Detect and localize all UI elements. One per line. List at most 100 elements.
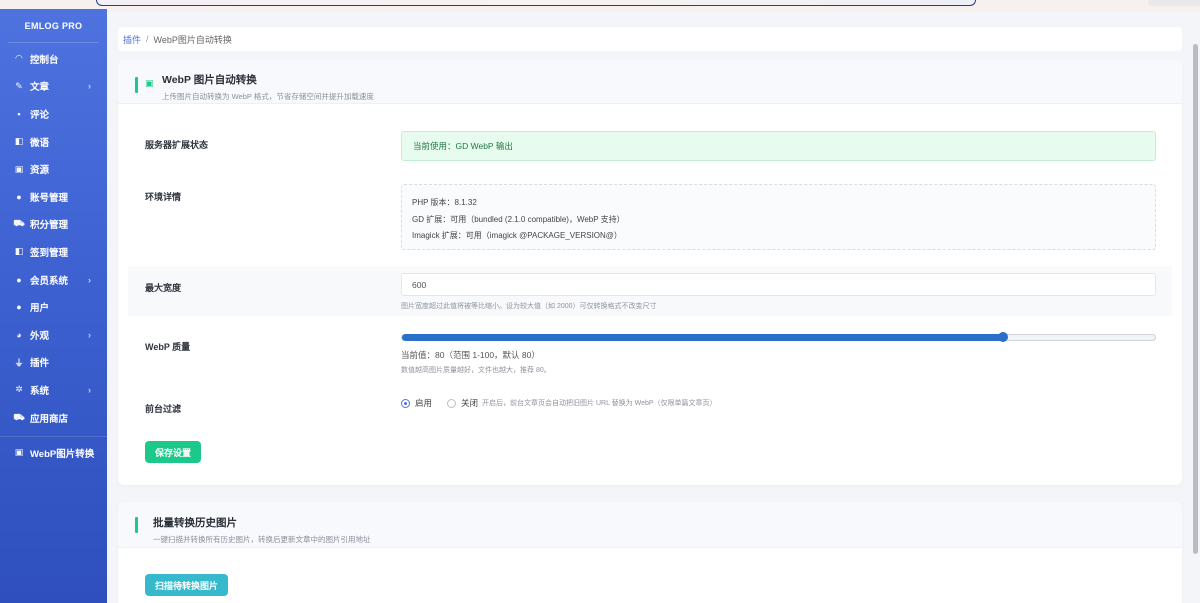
image-icon: ▣ xyxy=(14,163,24,174)
scan-images-button[interactable]: 扫描待转换图片 xyxy=(145,574,228,596)
sidebar-item[interactable]: ⏚ 插件 xyxy=(0,349,107,377)
sidebar-nav: ◠ 控制台 ✎ 文章 › ▪ 评论 ◧ 微语 ▣ 资源 ● 账号管理 ⛟ 积分管理 ◧ 签到管理 ● 会员系统 › ● 用… xyxy=(0,43,107,468)
max-width-input[interactable]: 600 xyxy=(401,273,1156,296)
megaphone-icon: ◧ xyxy=(14,246,24,257)
cart-icon: ⛟ xyxy=(13,411,25,422)
quality-row: WebP 质量 当前值：80（范围 1-100，默认 80） 数值越高图片质量越… xyxy=(118,332,1182,375)
sidebar-item-label: 账号管理 xyxy=(30,192,69,204)
server-status-alert: 当前使用：GD WebP 输出 xyxy=(401,131,1156,161)
top-search-strip[interactable] xyxy=(96,0,976,6)
top-right-pill xyxy=(1148,0,1200,6)
sidebar-item-label: 控制台 xyxy=(30,54,59,66)
card-header: ▣ WebP 图片自动转换 上传图片自动转换为 WebP 格式，节省存储空间并提… xyxy=(118,60,1182,104)
sidebar-item-label: 评论 xyxy=(30,109,50,121)
chevron-right-icon: › xyxy=(88,81,91,92)
environment-box: PHP 版本：8.1.32 GD 扩展：可用（bundled (2.1.0 co… xyxy=(401,184,1156,250)
sidebar-item[interactable]: ◧ 微语 xyxy=(0,128,107,156)
sidebar-item-label: 插件 xyxy=(30,358,50,370)
breadcrumb-separator: / xyxy=(146,34,149,44)
frontend-filter-label: 前台过滤 xyxy=(145,404,182,414)
comment-icon: ▪ xyxy=(17,108,21,119)
sidebar-item-label: 微语 xyxy=(30,137,50,149)
filter-on-label[interactable]: 启用 xyxy=(415,397,432,409)
max-width-row: 最大宽度 600 图片宽度超过此值将被等比缩小。设为较大值（如 2000）可仅转… xyxy=(128,266,1172,316)
sidebar-item[interactable]: ◠ 控制台 xyxy=(0,45,107,73)
env-imagick-line: Imagick 扩展：可用（imagick @PACKAGE_VERSION@） xyxy=(412,231,622,240)
environment-row: 环境详情 PHP 版本：8.1.32 GD 扩展：可用（bundled (2.1… xyxy=(118,184,1182,250)
user-icon: ● xyxy=(16,191,22,202)
chevron-right-icon: › xyxy=(88,329,91,340)
sidebar-item[interactable]: ▪ 评论 xyxy=(0,100,107,128)
sidebar-item-label: 用户 xyxy=(30,303,50,315)
sidebar-item-label: 系统 xyxy=(30,385,50,397)
pencil-icon: ✎ xyxy=(15,80,23,91)
sidebar-item[interactable]: ✎ 文章 › xyxy=(0,73,107,101)
image-icon: ▣ xyxy=(145,78,154,88)
quality-slider-handle[interactable] xyxy=(997,332,1008,342)
env-gd-line: GD 扩展：可用（bundled (2.1.0 compatible)，WebP… xyxy=(412,214,625,224)
sidebar-item[interactable]: ⛟ 积分管理 xyxy=(0,211,107,239)
accent-bar xyxy=(135,77,138,93)
quality-help: 数值越高图片质量越好，文件也越大，推荐 80。 xyxy=(401,367,551,374)
filter-on-radio[interactable] xyxy=(401,398,410,408)
env-php-line: PHP 版本：8.1.32 xyxy=(412,198,477,207)
environment-label: 环境详情 xyxy=(145,192,182,202)
sidebar-item[interactable]: ▣ 资源 xyxy=(0,155,107,183)
chevron-right-icon: › xyxy=(88,274,91,285)
sidebar-item[interactable]: ⛟ 应用商店 xyxy=(0,404,107,432)
user-icon: ● xyxy=(16,274,22,285)
gear-icon: ✲ xyxy=(15,384,23,395)
image-icon: ▣ xyxy=(14,447,24,458)
sidebar-item-webp[interactable]: ▣ WebP图片转换 xyxy=(0,436,107,468)
server-status-label: 服务器扩展状态 xyxy=(145,140,209,150)
server-status-row: 服务器扩展状态 当前使用：GD WebP 输出 xyxy=(118,131,1182,161)
quality-slider-fill xyxy=(402,334,1003,341)
batch-convert-card: 批量转换历史图片 一键扫描并转换所有历史图片，转换后更新文章中的图片引用地址 扫… xyxy=(118,502,1182,603)
card-subtitle: 上传图片自动转换为 WebP 格式，节省存储空间并提升加载速度 xyxy=(162,92,374,101)
quality-current-value: 当前值：80（范围 1-100，默认 80） xyxy=(401,350,540,360)
sidebar-item-label: 文章 xyxy=(30,82,50,94)
quality-slider[interactable] xyxy=(401,332,1156,342)
frontend-filter-control: 启用 关闭 开启后，前台文章页会自动把旧图片 URL 替换为 WebP（仅限单篇… xyxy=(401,397,1156,409)
filter-off-radio[interactable] xyxy=(447,398,457,408)
max-width-control: 600 图片宽度超过此值将被等比缩小。设为较大值（如 2000）可仅转换格式不改… xyxy=(401,273,1156,311)
batch-card-subtitle: 一键扫描并转换所有历史图片，转换后更新文章中的图片引用地址 xyxy=(153,535,371,544)
megaphone-icon: ◧ xyxy=(14,136,24,147)
palette-icon: ◕ xyxy=(16,329,22,340)
save-settings-button[interactable]: 保存设置 xyxy=(145,441,201,463)
quality-label: WebP 质量 xyxy=(145,342,191,352)
breadcrumb-current: WebP图片自动转换 xyxy=(153,34,232,45)
sidebar-item-label: WebP图片转换 xyxy=(30,448,95,460)
brand-logo[interactable]: EMLOG PRO xyxy=(8,9,99,43)
plug-icon: ⏚ xyxy=(14,357,24,368)
sidebar-item[interactable]: ● 账号管理 xyxy=(0,183,107,211)
cart-icon: ⛟ xyxy=(13,218,25,229)
user-icon: ● xyxy=(16,302,22,313)
card-title: WebP 图片自动转换 xyxy=(162,74,257,86)
max-width-help: 图片宽度超过此值将被等比缩小。设为较大值（如 2000）可仅转换格式不改变尺寸 xyxy=(401,303,657,310)
sidebar-item[interactable]: ◕ 外观 › xyxy=(0,321,107,349)
breadcrumb: 插件 / WebP图片自动转换 xyxy=(118,27,1182,51)
page-scrollbar[interactable] xyxy=(1193,44,1198,554)
sidebar-item-label: 外观 xyxy=(30,330,50,342)
batch-card-header: 批量转换历史图片 一键扫描并转换所有历史图片，转换后更新文章中的图片引用地址 xyxy=(118,502,1182,548)
sidebar-item[interactable]: ◧ 签到管理 xyxy=(0,238,107,266)
browser-top-strip xyxy=(0,0,1200,12)
speedometer-icon: ◠ xyxy=(15,53,23,64)
sidebar-item-label: 会员系统 xyxy=(30,275,69,287)
batch-card-title: 批量转换历史图片 xyxy=(153,517,237,529)
sidebar-item[interactable]: ● 会员系统 › xyxy=(0,266,107,294)
accent-bar xyxy=(135,517,138,533)
sidebar: EMLOG PRO ◠ 控制台 ✎ 文章 › ▪ 评论 ◧ 微语 ▣ 资源 ● 账号管理 ⛟ 积分管理 ◧ 签到… xyxy=(0,9,107,603)
sidebar-item[interactable]: ● 用户 xyxy=(0,293,107,321)
breadcrumb-link-plugins[interactable]: 插件 xyxy=(123,33,141,46)
quality-control: 当前值：80（范围 1-100，默认 80） 数值越高图片质量越好，文件也越大，… xyxy=(401,332,1156,375)
sidebar-item-label: 积分管理 xyxy=(30,220,69,232)
sidebar-item[interactable]: ✲ 系统 › xyxy=(0,376,107,404)
frontend-filter-help: 开启后，前台文章页会自动把旧图片 URL 替换为 WebP（仅限单篇文章页） xyxy=(482,400,717,407)
sidebar-item-label: 应用商店 xyxy=(30,413,69,425)
frontend-filter-row: 前台过滤 启用 关闭 开启后，前台文章页会自动把旧图片 URL 替换为 WebP… xyxy=(118,397,1182,417)
filter-off-label[interactable]: 关闭 xyxy=(461,397,478,409)
max-width-label: 最大宽度 xyxy=(145,283,182,293)
webp-settings-card: ▣ WebP 图片自动转换 上传图片自动转换为 WebP 格式，节省存储空间并提… xyxy=(118,60,1182,485)
